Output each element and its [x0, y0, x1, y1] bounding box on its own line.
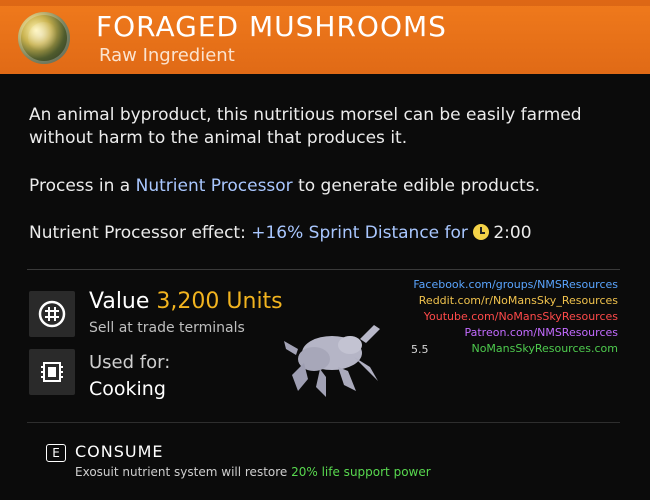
consume-button[interactable]: CONSUME — [75, 443, 164, 461]
consume-description: Exosuit nutrient system will restore 20%… — [75, 465, 431, 479]
effect-time: 2:00 — [493, 223, 532, 243]
effect-mid: for — [439, 223, 474, 243]
link-reddit[interactable]: Reddit.com/r/NoMansSky_Resources — [413, 293, 618, 309]
processor-effect: Nutrient Processor effect: +16% Sprint D… — [29, 222, 532, 245]
consume-sub-highlight: 20% life support power — [291, 465, 431, 479]
section-divider — [27, 269, 620, 270]
units-currency-icon — [29, 291, 75, 337]
item-header: FORAGED MUSHROOMS Raw Ingredient — [0, 0, 650, 74]
consume-key-hint[interactable]: E — [46, 444, 66, 462]
link-patreon[interactable]: Patreon.com/NMSResources — [413, 325, 618, 341]
link-youtube[interactable]: Youtube.com/NoMansSkyResources — [413, 309, 618, 325]
effect-prefix: Nutrient Processor effect: — [29, 223, 252, 243]
used-for-label: Used for: — [89, 352, 171, 373]
clock-icon — [473, 224, 490, 240]
mushroom-orb-icon — [18, 12, 70, 64]
process-text: Process in a Nutrient Processor to gener… — [29, 175, 540, 198]
creature-icon — [284, 325, 380, 397]
item-title: FORAGED MUSHROOMS — [96, 10, 447, 43]
consume-sub-prefix: Exosuit nutrient system will restore — [75, 465, 292, 479]
nutrient-processor-link[interactable]: Nutrient Processor — [136, 176, 293, 196]
value-line: Value 3,200 Units — [89, 289, 283, 315]
resource-links: Facebook.com/groups/NMSResources Reddit.… — [413, 277, 618, 357]
bottom-divider — [27, 422, 620, 423]
process-prefix: Process in a — [29, 176, 136, 196]
header-top-strip — [0, 0, 650, 6]
link-website[interactable]: NoMansSkyResources.com — [413, 341, 618, 357]
value-amount: 3,200 Units — [156, 289, 283, 314]
link-facebook[interactable]: Facebook.com/groups/NMSResources — [413, 277, 618, 293]
process-suffix: to generate edible products. — [292, 176, 540, 196]
used-for-value: Cooking — [89, 378, 166, 400]
item-description: An animal byproduct, this nutritious mor… — [29, 105, 582, 148]
version-label: 5.5 — [411, 343, 429, 356]
value-subtext: Sell at trade terminals — [89, 320, 245, 336]
cooking-chip-icon — [29, 349, 75, 395]
effect-bonus: +16% Sprint Distance — [251, 223, 440, 243]
item-category: Raw Ingredient — [99, 45, 235, 66]
value-label: Value — [89, 289, 157, 314]
